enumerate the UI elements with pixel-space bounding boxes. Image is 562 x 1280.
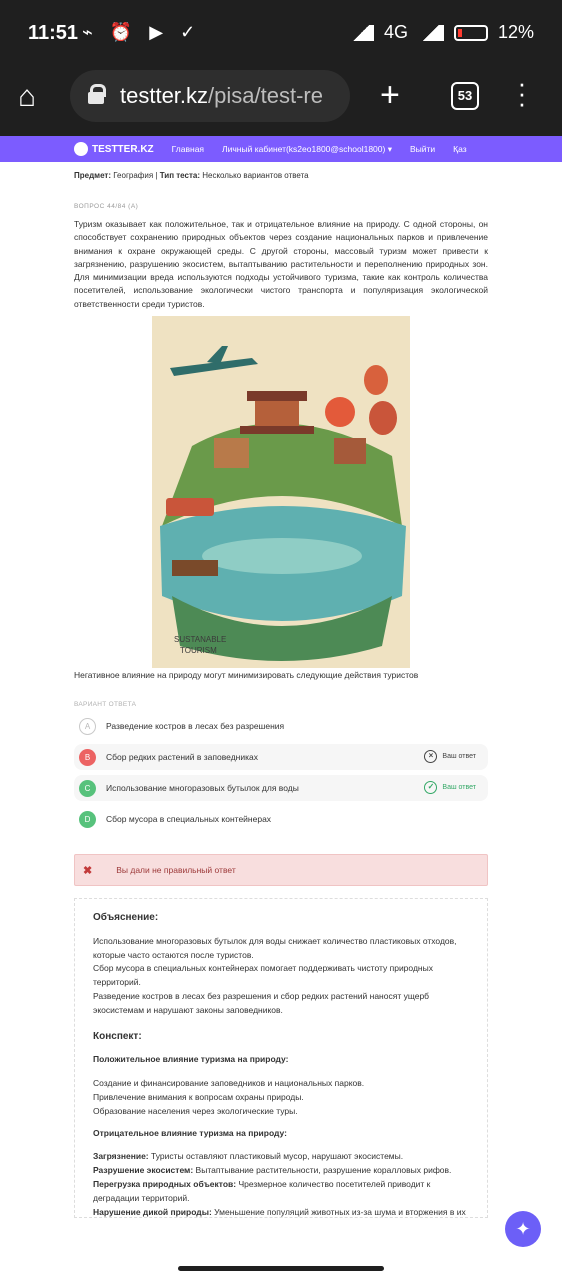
question-text: Туризм оказывает как положительное, так … [74, 219, 488, 309]
illustration-caption-1: SUSTANABLE [174, 635, 226, 644]
answer-option-d[interactable]: D Сбор мусора в специальных контейнерах [74, 806, 488, 832]
subject-label: Предмет: [74, 171, 112, 180]
tourism-illustration: SUSTANABLE TOURISM [152, 316, 410, 669]
logo-text: TESTTER.KZ [92, 143, 154, 155]
negative-term: Перегрузка природных объектов: [93, 1179, 237, 1190]
option-letter: C [79, 779, 96, 797]
negative-term: Нарушение дикой природы: [93, 1206, 212, 1217]
question-prompt: Негативное влияние на природу могут мини… [74, 670, 419, 681]
x-circle-icon: × [424, 750, 438, 764]
explanation-title: Объяснение: [93, 912, 159, 924]
badge-text: Ваш ответ [442, 753, 476, 761]
nav-link-home[interactable]: Главная [172, 144, 204, 154]
new-tab-icon[interactable]: + [380, 76, 400, 115]
answer-option-c[interactable]: C Использование многоразовых бутылок для… [74, 775, 488, 802]
url-path: /pisa/test-re [208, 83, 323, 108]
option-text: Использование многоразовых бутылок для в… [106, 783, 299, 794]
negative-item: Загрязнение: Туристы оставляют пластиков… [93, 1150, 469, 1164]
answer-option-a[interactable]: A Разведение костров в лесах без разреше… [74, 713, 488, 739]
illustration-caption-2: TOURISM [180, 646, 217, 655]
test-meta: Предмет: География | Тип теста: Нескольк… [74, 171, 309, 180]
sparkle-fab-button[interactable]: ✦ [505, 1211, 541, 1247]
network-label: 4G [383, 22, 408, 42]
positive-item: Привлечение внимания к вопросам охраны п… [93, 1092, 304, 1103]
signal-icon [417, 24, 444, 41]
home-icon[interactable]: ⌂ [18, 80, 54, 116]
url-host: testter.kz [120, 83, 209, 108]
site-navbar: TESTTER.KZ Главная Личный кабинет(ks2eo1… [0, 136, 562, 162]
option-text: Сбор редких растений в заповедниках [106, 752, 258, 763]
nav-link-language[interactable]: Қаз [453, 144, 466, 154]
option-letter: A [79, 717, 96, 735]
status-bar: 11:51 ⌁ ⏰ ▶ ✓ 4G 12% [0, 0, 562, 68]
result-alert: ✖ Вы дали не правильный ответ [74, 854, 488, 887]
tab-count-button[interactable]: 53 [451, 82, 479, 110]
your-answer-badge: × Ваш ответ [424, 750, 476, 764]
negative-item: Перегрузка природных объектов: Чрезмерно… [93, 1178, 469, 1206]
check-circle-icon: ✓ [424, 781, 438, 795]
positive-title: Положительное влияние туризма на природу… [93, 1054, 289, 1065]
gesture-home-bar[interactable] [178, 1266, 384, 1271]
option-text: Сбор мусора в специальных контейнерах [106, 814, 272, 825]
positive-item: Создание и финансирование заповедников и… [93, 1078, 365, 1089]
option-text: Разведение костров в лесах без разрешени… [106, 721, 285, 732]
nav-link-cabinet[interactable]: Личный кабинет(ks2eo1800@school1800) ▾ [222, 144, 392, 155]
battery-icon [453, 24, 488, 41]
answer-option-b[interactable]: B Сбор редких растений в заповедниках × … [74, 744, 488, 771]
badge-text: Ваш ответ [442, 784, 476, 792]
type-label: Тип теста: [159, 171, 200, 180]
logo-icon [74, 142, 88, 156]
option-letter: B [79, 748, 96, 766]
answer-section-label: ВАРИАНТ ОТВЕТА [74, 701, 137, 709]
main-content: Предмет: География | Тип теста: Нескольк… [74, 162, 488, 1219]
battery-percent: 12% [497, 22, 534, 42]
negative-title: Отрицательное влияние туризма на природу… [93, 1127, 288, 1138]
negative-text: Вытаптывание растительности, разрушение … [193, 1165, 452, 1176]
explanation-line: Использование многоразовых бутылок для в… [93, 935, 457, 960]
more-menu-icon[interactable]: · · · [512, 70, 532, 116]
negative-term: Разрушение экосистем: [93, 1165, 194, 1176]
site-logo[interactable]: TESTTER.KZ [74, 142, 154, 156]
option-letter: D [79, 810, 96, 828]
negative-text: Туристы оставляют пластиковый мусор, нар… [148, 1151, 404, 1162]
status-time: 11:51 [28, 22, 79, 44]
konspekt-title: Конспект: [93, 1030, 142, 1042]
subject-value: География [113, 171, 154, 180]
nav-link-logout[interactable]: Выйти [410, 144, 435, 154]
status-icons: ⌁ ⏰ ▶ ✓ [82, 22, 202, 42]
your-answer-badge: ✓ Ваш ответ [424, 781, 476, 795]
explanation-panel: Объяснение: Использование многоразовых б… [74, 898, 488, 1219]
explanation-line: Сбор мусора в специальных контейнерах по… [93, 963, 433, 988]
negative-term: Загрязнение: [93, 1151, 149, 1162]
type-value: Несколько вариантов ответа [202, 171, 309, 180]
question-number: ВОПРОС 44/84 (A) [74, 203, 139, 210]
signal-icon [347, 24, 374, 41]
browser-toolbar: ⌂ testter.kz/pisa/test-re + 53 · · · [0, 68, 562, 136]
lock-icon [88, 84, 106, 104]
status-right: 4G 12% [347, 22, 534, 43]
negative-item: Нарушение дикой природы: Уменьшение попу… [93, 1206, 469, 1217]
negative-item: Разрушение экосистем: Вытаптывание расти… [93, 1164, 469, 1178]
close-icon: ✖ [83, 864, 93, 877]
result-text: Вы дали не правильный ответ [116, 865, 236, 876]
address-bar[interactable]: testter.kz/pisa/test-re [70, 70, 350, 122]
explanation-line: Разведение костров в лесах без разрешени… [93, 991, 430, 1015]
positive-item: Образование населения через экологически… [93, 1105, 298, 1116]
